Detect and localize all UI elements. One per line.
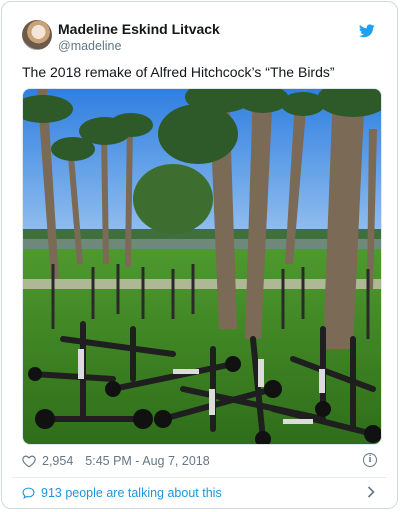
author-handle[interactable]: @madeline <box>58 39 121 53</box>
avatar[interactable] <box>22 20 52 50</box>
tweet-text: The 2018 remake of Alfred Hitchcock’s “T… <box>22 64 335 80</box>
divider <box>12 477 387 478</box>
tweet-photo[interactable] <box>22 88 382 445</box>
tweet-meta: 2,954 5:45 PM - Aug 7, 2018 <box>22 454 210 468</box>
scooters-palm-trees-image <box>23 89 381 444</box>
speech-bubble-icon <box>22 487 35 499</box>
conversation-label[interactable]: 913 people are talking about this <box>41 486 222 500</box>
tweet-card: Madeline Eskind Litvack @madeline The 20… <box>1 1 398 509</box>
info-icon[interactable]: i <box>363 453 377 467</box>
author-name[interactable]: Madeline Eskind Litvack <box>58 21 220 37</box>
conversation-link[interactable]: 913 people are talking about this <box>22 486 222 500</box>
twitter-bird-icon[interactable] <box>359 24 375 38</box>
timestamp[interactable]: 5:45 PM - Aug 7, 2018 <box>85 454 209 468</box>
like-count[interactable]: 2,954 <box>42 454 73 468</box>
chevron-right-icon[interactable] <box>367 486 375 498</box>
heart-icon[interactable] <box>22 455 36 468</box>
